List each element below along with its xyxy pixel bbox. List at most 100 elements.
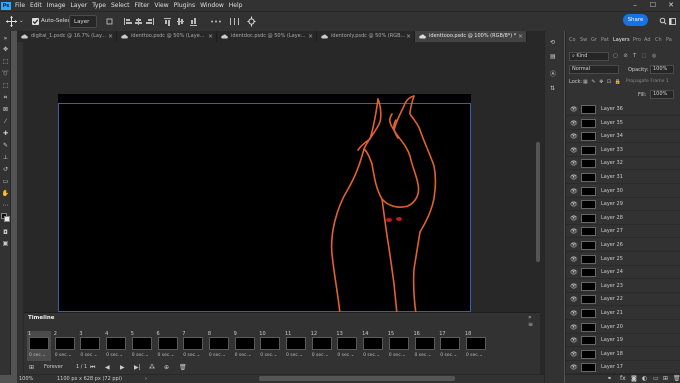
menu-plugins[interactable]: Plugins [174, 2, 196, 9]
layer-row[interactable]: 👁 Layer 19 [566, 334, 680, 348]
horizontal-scrollbar[interactable] [259, 376, 455, 381]
eyedropper-tool-icon[interactable]: ⁄ [1, 117, 10, 126]
tab-patterns[interactable]: Pat [601, 37, 609, 43]
visibility-eye-icon[interactable]: 👁 [570, 310, 578, 317]
comments-icon[interactable]: ▤ [550, 53, 556, 60]
filter-kind-dropdown[interactable]: ⌕ Kind [569, 52, 609, 61]
timeline-frame[interactable]: 13 0 sec.⌄ [335, 331, 359, 361]
move-tool-icon[interactable] [5, 15, 18, 28]
close-tab-icon[interactable]: × [406, 31, 411, 42]
visibility-eye-icon[interactable]: 👁 [570, 324, 578, 331]
loop-dropdown[interactable]: Forever [44, 364, 63, 370]
visibility-eye-icon[interactable]: 👁 [570, 201, 578, 208]
visibility-eye-icon[interactable]: 👁 [570, 120, 578, 127]
link-layers-icon[interactable]: ⚭ [607, 375, 612, 382]
frame-delay-dropdown[interactable]: 0 sec.⌄ [158, 353, 175, 358]
convert-to-video-timeline-icon[interactable]: ⊞ [29, 364, 34, 371]
frame-delay-dropdown[interactable]: 0 sec.⌄ [440, 353, 457, 358]
timeline-frame[interactable]: 17 0 sec.⌄ [438, 331, 462, 361]
frame-tool-icon[interactable]: ⊠ [1, 105, 10, 114]
frame-delay-dropdown[interactable]: 0 sec.⌄ [415, 353, 432, 358]
timeline-frame[interactable]: 50 sec.⌄ [130, 331, 154, 361]
adjustment-layer-icon[interactable]: ◐ [642, 375, 647, 382]
more-tools-icon[interactable]: ⋯ [1, 201, 10, 210]
visibility-eye-icon[interactable]: 👁 [570, 337, 578, 344]
frame-delay-dropdown[interactable]: 0 sec.⌄ [106, 353, 123, 358]
menu-layer[interactable]: Layer [70, 2, 87, 9]
minimize-button[interactable]: – [626, 0, 644, 11]
tab-properties[interactable]: Pro [633, 37, 641, 43]
zoom-level[interactable]: 100% [19, 375, 33, 383]
layer-row[interactable]: 👁 Layer 27 [566, 225, 680, 239]
delete-layer-icon[interactable]: 🗑 [673, 375, 680, 382]
history-icon[interactable]: ⟲ [550, 39, 555, 46]
new-group-icon[interactable]: ▭ [653, 375, 659, 382]
timeline-frame[interactable]: 15 0 sec.⌄ [387, 331, 411, 361]
auto-select-dropdown[interactable]: Layer [69, 15, 97, 28]
share-button[interactable]: Share [623, 14, 648, 26]
tab-layers[interactable]: Layers [613, 37, 630, 43]
crop-tool-icon[interactable]: ⌗ [1, 93, 10, 102]
marquee-tool-icon[interactable]: ⬚ [1, 57, 10, 66]
tab-identdoc[interactable]: identdoc.psdc @ 50% (Laye... × [217, 31, 317, 42]
layer-row[interactable]: 👁 Layer 34 [566, 130, 680, 144]
timeline-frame[interactable]: 40 sec.⌄ [104, 331, 128, 361]
frame-delay-dropdown[interactable]: 0 sec.⌄ [235, 353, 252, 358]
frame-delay-dropdown[interactable]: 0 sec.⌄ [312, 353, 329, 358]
workspace-icon[interactable] [669, 15, 677, 28]
close-button[interactable]: ✕ [662, 0, 680, 11]
add-mask-icon[interactable]: ◙ [631, 375, 637, 382]
menu-image[interactable]: Image [47, 2, 66, 9]
menu-edit[interactable]: Edit [30, 2, 42, 9]
new-layer-icon[interactable]: ⊞ [663, 375, 668, 382]
timeline-frame[interactable]: 11 0 sec.⌄ [284, 331, 308, 361]
timeline-frame[interactable]: 18 0 sec.⌄ [464, 331, 488, 361]
timeline-frame[interactable]: 90 sec.⌄ [233, 331, 257, 361]
visibility-eye-icon[interactable]: 👁 [570, 283, 578, 290]
timeline-frame[interactable]: 10 0 sec.⌄ [258, 331, 282, 361]
layer-row[interactable]: 👁 Layer 25 [566, 253, 680, 266]
tab-gradients[interactable]: Gr [591, 37, 597, 43]
timeline-frame[interactable]: 20 sec.⌄ [53, 331, 77, 361]
menu-help[interactable]: Help [229, 2, 243, 9]
tab-identtooo[interactable]: identtooo.psdc @ 100% (RGB/8*) * × [415, 31, 527, 42]
layer-row[interactable]: 👁 Layer 20 [566, 321, 680, 334]
object-select-tool-icon[interactable]: ⬚ [1, 81, 10, 90]
frame-delay-dropdown[interactable]: 0 sec.⌄ [209, 353, 226, 358]
close-tab-icon[interactable]: × [108, 31, 113, 42]
tween-icon[interactable]: ⁂ [149, 364, 155, 371]
layer-row[interactable]: 👁 Layer 18 [566, 348, 680, 361]
screen-mode-icon[interactable]: ▣ [1, 239, 10, 248]
layer-row[interactable]: 👁 Layer 35 [566, 117, 680, 130]
vertical-scrollbar[interactable] [536, 142, 540, 262]
tool-preset-dropdown-icon[interactable]: ⌄ [19, 15, 24, 28]
close-tab-icon[interactable]: × [518, 31, 523, 42]
timeline-frame[interactable]: 12 0 sec.⌄ [310, 331, 334, 361]
panel-menu-icon[interactable]: ≡ [528, 321, 533, 328]
visibility-eye-icon[interactable]: 👁 [570, 351, 578, 358]
maximize-button[interactable]: ☐ [644, 0, 662, 11]
tab-digital-1[interactable]: digital_1.psdc @ 16.7% (Lay... × [17, 31, 117, 42]
next-frame-icon[interactable]: ▶| [134, 364, 141, 371]
status-arrow-icon[interactable]: › [145, 375, 147, 383]
frame-delay-dropdown[interactable]: 0 sec.⌄ [29, 353, 46, 358]
layer-row[interactable]: 👁 Layer 23 [566, 280, 680, 293]
layer-row[interactable]: 👁 Layer 26 [566, 239, 680, 252]
auto-select-checkbox[interactable] [32, 18, 39, 25]
close-tab-icon[interactable]: × [308, 31, 313, 42]
layer-row[interactable]: 👁 Layer 22 [566, 293, 680, 307]
collapse-panel-icon[interactable]: » [528, 314, 532, 321]
healing-brush-tool-icon[interactable]: ✚ [1, 129, 10, 138]
3d-mode-icon[interactable] [247, 15, 256, 28]
frame-delay-dropdown[interactable]: 0 sec.⌄ [466, 353, 483, 358]
visibility-eye-icon[interactable]: 👁 [570, 269, 578, 276]
menu-view[interactable]: View [154, 2, 168, 9]
visibility-eye-icon[interactable]: 👁 [570, 256, 578, 263]
frame-delay-dropdown[interactable]: 0 sec.⌄ [286, 353, 303, 358]
adjustments-icon[interactable]: ⇅ [550, 85, 555, 92]
duplicate-frame-icon[interactable]: ⊕ [164, 364, 169, 371]
frame-delay-dropdown[interactable]: 0 sec.⌄ [132, 353, 149, 358]
layer-row[interactable]: 👁 Layer 24 [566, 266, 680, 280]
search-icon[interactable] [659, 15, 667, 28]
tab-identtoo[interactable]: identtoo.psdc @ 50% (Laye... × [117, 31, 217, 42]
